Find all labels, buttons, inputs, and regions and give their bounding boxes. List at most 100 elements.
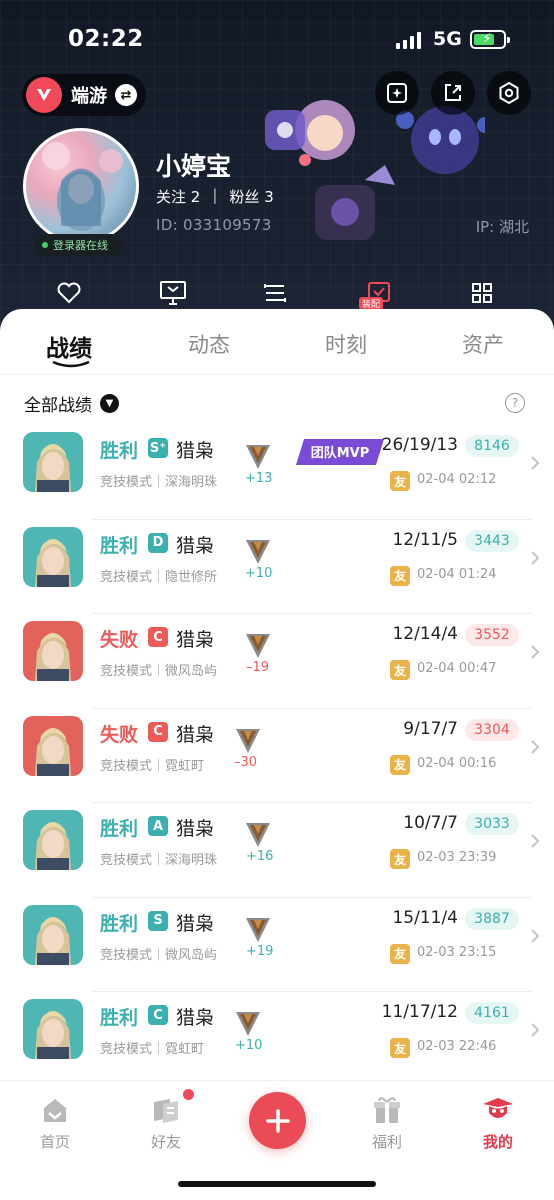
- tier-icon: [246, 539, 270, 564]
- status-time: 02:22: [68, 26, 144, 52]
- add-moment-button[interactable]: [375, 71, 419, 115]
- monitor-button[interactable]: [156, 277, 190, 309]
- list-button[interactable]: [258, 277, 292, 309]
- tier-icon: [236, 1012, 260, 1036]
- hero-portrait: [23, 432, 83, 492]
- follow-stats: 关注 2 | 粉丝 3: [156, 186, 274, 207]
- match-date: 02-04 02:12: [417, 472, 497, 487]
- network-label: 5G: [433, 28, 462, 50]
- match-result: 胜利: [100, 1007, 139, 1029]
- hero-portrait: [23, 526, 83, 587]
- tab-assets[interactable]: 资产: [462, 329, 504, 359]
- app-switch-pill[interactable]: 端游 ⇄: [22, 74, 146, 116]
- match-row[interactable]: 胜利 A 猎枭 竞技模式｜深海明珠 +16 10/7/7 3033 友 02-0…: [0, 803, 554, 898]
- user-id: ID: 033109573: [156, 216, 272, 234]
- nav-friends[interactable]: 好友: [131, 1095, 201, 1152]
- match-row[interactable]: 失败 C 猎枭 竞技模式｜微风岛屿 –19 12/14/4 3552 友 02-…: [0, 614, 554, 709]
- nav-home[interactable]: 首页: [20, 1095, 90, 1152]
- tab-bar: 战绩 动态 时刻 资产: [0, 309, 554, 375]
- home-icon: [20, 1095, 90, 1125]
- friend-tag: 友: [390, 660, 410, 680]
- tier-icon: [246, 823, 270, 847]
- hero-name: 猎枭: [176, 629, 215, 651]
- match-row[interactable]: 胜利 S⁺ 猎枭 竞技模式｜深海明珠 +13 团队MVP 26/19/13 81…: [0, 425, 554, 520]
- list-icon: [264, 284, 286, 302]
- following-count: 2: [190, 188, 201, 206]
- match-mode: 竞技模式｜霓虹町: [100, 1042, 205, 1057]
- tab-moments[interactable]: 时刻: [325, 329, 367, 359]
- monitor-icon: [160, 281, 186, 305]
- kda: 11/17/12: [381, 1002, 458, 1022]
- team-mvp-badge: 团队MVP: [296, 439, 384, 465]
- match-result: 胜利: [100, 912, 139, 935]
- match-result: 胜利: [100, 534, 139, 557]
- tier-icon: [246, 445, 270, 469]
- match-score: 3887: [465, 907, 519, 930]
- nav-benefits-label: 福利: [371, 1133, 402, 1151]
- nav-profile[interactable]: 我的: [463, 1095, 533, 1152]
- chevron-right-icon: [530, 455, 540, 476]
- performance-rank-badge: C: [148, 721, 168, 742]
- kda: 10/7/7: [403, 813, 458, 833]
- rank-point-change: +13: [245, 471, 273, 486]
- help-icon[interactable]: ?: [505, 393, 525, 413]
- match-mode: 竞技模式｜微风岛屿: [100, 947, 218, 963]
- gift-icon: [352, 1095, 422, 1125]
- fans-count: 3: [264, 188, 274, 206]
- hero-portrait: [23, 904, 83, 965]
- home-indicator: [178, 1181, 376, 1187]
- nav-home-label: 首页: [39, 1133, 70, 1151]
- more-apps-button[interactable]: [465, 277, 499, 309]
- record-filter-dropdown[interactable]: 全部战绩 ▼: [24, 391, 119, 416]
- kda: 26/19/13: [381, 435, 458, 455]
- hero-name: 猎枭: [176, 1007, 215, 1029]
- match-row[interactable]: 失败 C 猎枭 竞技模式｜霓虹町 –30 9/17/7 3304 友 02-04…: [0, 709, 554, 803]
- rank-point-change: +10: [245, 565, 273, 581]
- create-button[interactable]: [249, 1092, 306, 1149]
- equip-button[interactable]: 装配: [359, 277, 396, 310]
- match-date: 02-03 23:15: [417, 944, 497, 960]
- kda: 12/14/4: [392, 624, 458, 644]
- filter-label: 全部战绩: [24, 396, 92, 416]
- avatar[interactable]: [23, 128, 139, 244]
- heart-icon: [57, 282, 81, 304]
- share-button[interactable]: [431, 71, 475, 115]
- rank-point-change: –30: [234, 754, 258, 770]
- kda: 9/17/7: [403, 718, 458, 739]
- match-mode: 竞技模式｜深海明珠: [100, 475, 218, 490]
- settings-button[interactable]: [487, 71, 531, 115]
- nav-benefits[interactable]: 福利: [352, 1095, 422, 1152]
- favorites-button[interactable]: [52, 277, 86, 309]
- profile-icon: [463, 1095, 533, 1125]
- match-mode: 竞技模式｜微风岛屿: [100, 664, 218, 679]
- tab-records[interactable]: 战绩: [46, 329, 92, 363]
- match-row[interactable]: 胜利 C 猎枭 竞技模式｜霓虹町 +10 11/17/12 4161 友 02-…: [0, 992, 554, 1087]
- kda: 15/11/4: [392, 907, 458, 928]
- tab-posts[interactable]: 动态: [188, 329, 230, 359]
- match-result: 胜利: [100, 440, 139, 462]
- match-list: 胜利 S⁺ 猎枭 竞技模式｜深海明珠 +13 团队MVP 26/19/13 81…: [0, 425, 554, 1087]
- match-score: 4161: [465, 1002, 519, 1024]
- online-text: 登录器在线: [53, 239, 108, 252]
- hero-name: 猎枭: [176, 912, 215, 935]
- match-result: 失败: [100, 723, 139, 746]
- hero-portrait: [23, 810, 83, 870]
- mvp-text: 团队MVP: [311, 446, 370, 461]
- match-score: 8146: [465, 435, 519, 457]
- match-row[interactable]: 胜利 S 猎枭 竞技模式｜微风岛屿 +19 15/11/4 3887 友 02-…: [0, 898, 554, 992]
- friend-tag: 友: [390, 565, 410, 586]
- match-mode: 竞技模式｜隐世修所: [100, 569, 218, 585]
- match-row[interactable]: 胜利 D 猎枭 竞技模式｜隐世修所 +10 12/11/5 3443 友 02-…: [0, 520, 554, 614]
- match-mode: 竞技模式｜深海明珠: [100, 853, 218, 868]
- match-score: 3552: [465, 624, 519, 646]
- chevron-right-icon: [530, 928, 540, 949]
- nav-friends-label: 好友: [150, 1133, 181, 1151]
- share-icon: [445, 84, 461, 101]
- performance-rank-badge: C: [148, 1005, 168, 1025]
- rank-point-change: –19: [246, 660, 270, 675]
- match-score: 3033: [465, 813, 519, 835]
- following-stat[interactable]: 关注 2: [156, 186, 200, 207]
- battery-icon: ⚡: [470, 30, 510, 49]
- fans-stat[interactable]: 粉丝 3: [229, 186, 273, 207]
- swap-icon[interactable]: ⇄: [115, 84, 137, 106]
